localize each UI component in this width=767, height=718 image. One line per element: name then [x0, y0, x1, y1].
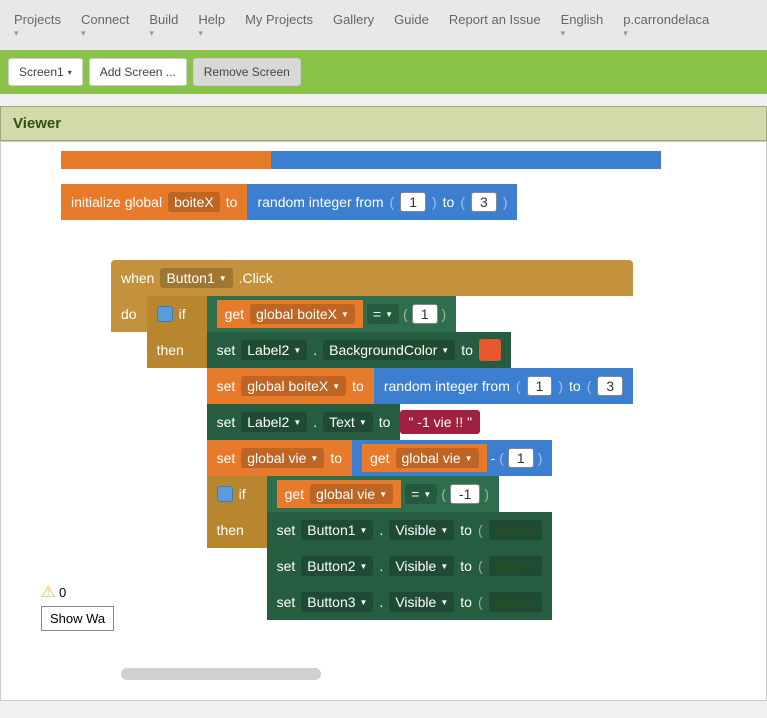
var-global-boitex[interactable]: global boiteX▼: [250, 304, 355, 324]
block-random-int-2[interactable]: random integer from (1) to (3: [374, 368, 633, 404]
block-when-click[interactable]: when Button1▼ .Click do if get global bo…: [111, 260, 633, 620]
viewer-panel-header: Viewer: [0, 106, 767, 141]
blocks-viewer[interactable]: initialize global boiteX to random integ…: [0, 141, 767, 701]
horizontal-scrollbar[interactable]: [121, 668, 321, 680]
menu-connect[interactable]: Connect▾: [71, 8, 139, 42]
component-button1[interactable]: Button1▼: [160, 268, 232, 288]
bool-false[interactable]: false▼: [489, 520, 543, 540]
block-math-minus[interactable]: get global vie▼ - (1): [352, 440, 552, 476]
op-eq[interactable]: =▼: [367, 304, 399, 324]
block-set-btn2-visible[interactable]: set Button2▼. Visible▼ to (false▼: [267, 548, 553, 584]
menu-guide[interactable]: Guide: [384, 8, 439, 42]
warnings-area: ⚠ 0 Show Wa: [41, 582, 114, 631]
block-set-btn1-visible[interactable]: set Button1▼. Visible▼ to (false▼: [267, 512, 553, 548]
if-gear-icon[interactable]: [157, 306, 173, 322]
block-compare-eq-2[interactable]: get global vie▼ =▼ (-1): [267, 476, 499, 512]
block-set-vie[interactable]: set global vie▼ to: [207, 440, 352, 476]
menu-gallery[interactable]: Gallery: [323, 8, 384, 42]
screen-toolbar: Screen1▾ Add Screen ... Remove Screen: [0, 50, 767, 94]
color-value[interactable]: [479, 339, 501, 361]
menu-english[interactable]: English▾: [551, 8, 614, 42]
menu-user[interactable]: p.carrondelaca▾: [613, 8, 719, 42]
menu-my-projects[interactable]: My Projects: [235, 8, 323, 42]
screen-select[interactable]: Screen1▾: [8, 58, 83, 86]
menu-help[interactable]: Help▾: [188, 8, 235, 42]
string-literal[interactable]: " -1 vie !! ": [400, 410, 480, 434]
menu-build[interactable]: Build▾: [139, 8, 188, 42]
if-gear-icon-2[interactable]: [217, 486, 233, 502]
block-set-boitex[interactable]: set global boiteX▼ to: [207, 368, 374, 404]
menu-projects[interactable]: Projects▾: [4, 8, 71, 42]
block-random-int[interactable]: random integer from (1) to (3): [247, 184, 517, 220]
show-warnings-button[interactable]: Show Wa: [41, 606, 114, 631]
block-init-global[interactable]: initialize global boiteX to random integ…: [61, 184, 517, 220]
remove-screen-button[interactable]: Remove Screen: [193, 58, 301, 86]
block-compare-eq[interactable]: get global boiteX▼ =▼ (1): [207, 296, 457, 332]
warning-icon: ⚠: [41, 584, 55, 601]
block-set-bgcolor[interactable]: set Label2▼. BackgroundColor▼ to: [207, 332, 511, 368]
menu-report-issue[interactable]: Report an Issue: [439, 8, 551, 42]
var-name[interactable]: boiteX: [168, 192, 220, 212]
block-set-text[interactable]: set Label2▼. Text▼ to: [207, 404, 401, 440]
add-screen-button[interactable]: Add Screen ...: [89, 58, 187, 86]
top-menu: Projects▾ Connect▾ Build▾ Help▾ My Proje…: [0, 0, 767, 50]
block-get[interactable]: get global boiteX▼: [217, 300, 363, 328]
block-set-btn3-visible[interactable]: set Button3▼. Visible▼ to (false▼: [267, 584, 553, 620]
warning-count: 0: [59, 585, 66, 600]
